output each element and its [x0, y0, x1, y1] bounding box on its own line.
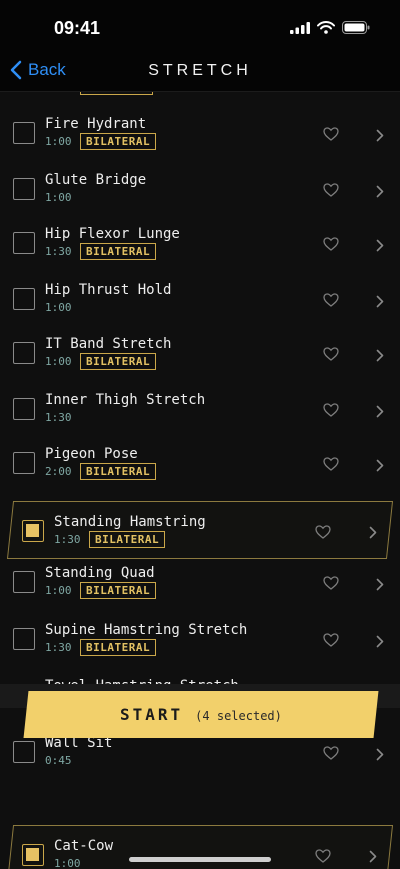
- heart-icon[interactable]: [323, 182, 339, 201]
- heart-icon[interactable]: [323, 456, 339, 475]
- exercise-duration: 1:30: [45, 245, 72, 258]
- home-indicator[interactable]: [129, 857, 271, 862]
- cellular-signal-icon: [290, 21, 310, 34]
- row-checkbox[interactable]: [13, 741, 35, 763]
- exercise-duration: 2:00: [45, 465, 72, 478]
- heart-icon[interactable]: [323, 126, 339, 145]
- chevron-right-icon[interactable]: [376, 457, 384, 476]
- exercise-row[interactable]: Hip Thrust Hold 1:00: [0, 258, 400, 314]
- row-checkbox[interactable]: [13, 571, 35, 593]
- battery-icon: [342, 21, 370, 34]
- exercise-duration: 1:00: [45, 355, 72, 368]
- heart-icon[interactable]: [323, 745, 339, 764]
- bilateral-badge: BILATERAL: [80, 582, 157, 599]
- chevron-right-icon[interactable]: [376, 633, 384, 652]
- exercise-name: Supine Hamstring Stretch: [45, 622, 248, 638]
- exercise-row[interactable]: Pigeon Pose 2:00 BILATERAL: [0, 422, 400, 480]
- exercise-row[interactable]: Supine Hamstring Stretch 1:30 BILATERAL: [0, 598, 400, 656]
- exercise-name: Standing Quad: [45, 565, 155, 581]
- row-checkbox[interactable]: [13, 178, 35, 200]
- chevron-right-icon[interactable]: [376, 237, 384, 256]
- exercise-duration: 1:00: [45, 135, 72, 148]
- exercise-name: Glute Bridge: [45, 172, 147, 188]
- chevron-right-icon[interactable]: [376, 403, 384, 422]
- heart-icon[interactable]: [323, 402, 339, 421]
- exercise-name: Cat-Cow: [54, 838, 114, 854]
- exercise-row[interactable]: Hip Flexor Lunge 1:30 BILATERAL: [0, 202, 400, 260]
- selected-count: (4 selected): [195, 709, 282, 723]
- wifi-icon: [317, 21, 335, 34]
- exercise-row[interactable]: Cat-Cow 1:00: [0, 806, 400, 869]
- start-button[interactable]: START (4 selected): [23, 691, 379, 738]
- chevron-right-icon[interactable]: [369, 848, 377, 867]
- row-checkbox[interactable]: [13, 452, 35, 474]
- row-checkbox[interactable]: [22, 520, 44, 542]
- chevron-right-icon[interactable]: [376, 576, 384, 595]
- chevron-right-icon[interactable]: [376, 293, 384, 312]
- exercise-name: IT Band Stretch: [45, 336, 172, 352]
- exercise-name: Fire Hydrant: [45, 116, 147, 132]
- checkbox-fill: [26, 524, 39, 537]
- checkbox-fill: [26, 848, 39, 861]
- exercise-duration: 0:45: [45, 754, 72, 767]
- heart-icon[interactable]: [315, 848, 331, 867]
- heart-icon[interactable]: [323, 632, 339, 651]
- exercise-row[interactable]: Standing Hamstring 1:30 BILATERAL: [0, 482, 400, 559]
- heart-icon[interactable]: [323, 575, 339, 594]
- row-checkbox[interactable]: [13, 398, 35, 420]
- exercise-name: Hip Flexor Lunge: [45, 226, 180, 242]
- status-bar: 09:41: [0, 0, 400, 52]
- exercise-duration: 1:00: [45, 584, 72, 597]
- exercise-name: Standing Hamstring: [54, 514, 206, 530]
- heart-icon[interactable]: [323, 292, 339, 311]
- chevron-right-icon[interactable]: [376, 127, 384, 146]
- row-checkbox[interactable]: [13, 288, 35, 310]
- exercise-row[interactable]: Inner Thigh Stretch 1:30: [0, 368, 400, 424]
- exercise-duration: 1:30: [45, 641, 72, 654]
- exercise-row[interactable]: Fire Hydrant 1:00 BILATERAL: [0, 92, 400, 150]
- page-title: STRETCH: [148, 62, 252, 79]
- row-checkbox[interactable]: [13, 122, 35, 144]
- chevron-right-icon[interactable]: [376, 347, 384, 366]
- exercise-row[interactable]: Standing Quad 1:00 BILATERAL: [0, 541, 400, 599]
- start-label: START: [120, 705, 184, 724]
- exercise-duration: 1:00: [54, 857, 81, 869]
- navigation-bar: Back STRETCH: [0, 52, 400, 92]
- exercise-list[interactable]: Fire Hydrant 1:00 BILATERAL Glute Bridge 1:0…: [0, 92, 400, 869]
- status-icons: [290, 21, 370, 34]
- row-checkbox[interactable]: [13, 628, 35, 650]
- chevron-right-icon[interactable]: [376, 746, 384, 765]
- bilateral-badge: BILATERAL: [80, 463, 157, 480]
- row-checkbox[interactable]: [13, 342, 35, 364]
- exercise-row[interactable]: Glute Bridge 1:00: [0, 148, 400, 204]
- heart-icon[interactable]: [323, 346, 339, 365]
- exercise-name: Hip Thrust Hold: [45, 282, 172, 298]
- exercise-name: Pigeon Pose: [45, 446, 138, 462]
- row-checkbox[interactable]: [13, 232, 35, 254]
- heart-icon[interactable]: [323, 236, 339, 255]
- exercise-row[interactable]: IT Band Stretch 1:00 BILATERAL: [0, 312, 400, 370]
- status-time: 09:41: [54, 18, 101, 38]
- row-checkbox[interactable]: [22, 844, 44, 866]
- chevron-right-icon[interactable]: [376, 183, 384, 202]
- exercise-name: Inner Thigh Stretch: [45, 392, 206, 408]
